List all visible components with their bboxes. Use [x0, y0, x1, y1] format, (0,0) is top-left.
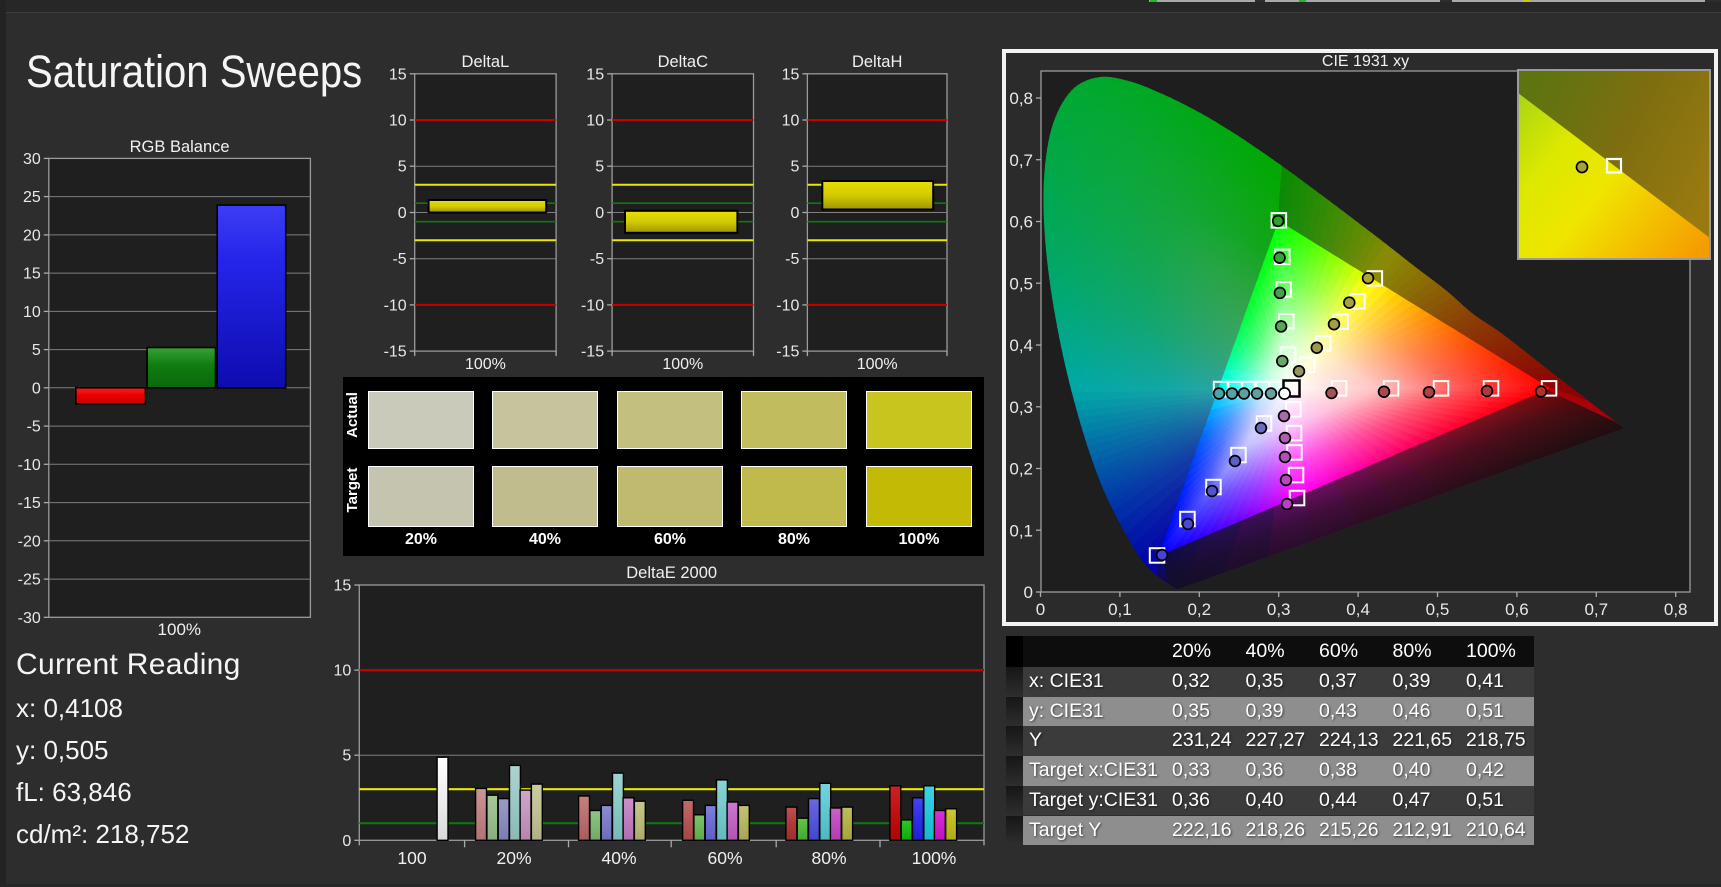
svg-text:100%: 100%: [465, 356, 506, 373]
svg-text:-10: -10: [18, 457, 41, 474]
svg-text:0,6: 0,6: [1009, 213, 1033, 232]
svg-text:-15: -15: [776, 344, 799, 361]
svg-text:0,4: 0,4: [1009, 336, 1033, 355]
svg-text:-5: -5: [785, 251, 799, 268]
svg-text:10: 10: [389, 113, 407, 130]
svg-text:0,4: 0,4: [1346, 600, 1370, 619]
svg-text:-30: -30: [18, 610, 41, 627]
svg-text:0,5: 0,5: [1426, 600, 1450, 619]
svg-text:-5: -5: [590, 251, 604, 268]
svg-text:-10: -10: [384, 297, 407, 314]
svg-text:15: 15: [389, 66, 407, 83]
svg-text:DeltaC: DeltaC: [658, 53, 709, 71]
svg-text:DeltaH: DeltaH: [852, 53, 902, 71]
svg-text:0,3: 0,3: [1267, 600, 1291, 619]
svg-text:-20: -20: [18, 533, 41, 550]
svg-text:0,2: 0,2: [1009, 460, 1033, 479]
svg-text:15: 15: [782, 66, 800, 83]
svg-text:5: 5: [595, 159, 604, 176]
svg-text:0,7: 0,7: [1009, 151, 1033, 170]
svg-text:-5: -5: [392, 251, 406, 268]
svg-text:5: 5: [32, 342, 41, 359]
svg-text:0,5: 0,5: [1009, 274, 1033, 293]
svg-text:0: 0: [398, 205, 407, 222]
svg-text:-25: -25: [18, 572, 41, 589]
svg-text:100%: 100%: [158, 620, 201, 639]
svg-text:0: 0: [1036, 600, 1045, 619]
svg-text:10: 10: [334, 663, 352, 680]
svg-text:-5: -5: [27, 419, 41, 436]
svg-text:60%: 60%: [707, 848, 742, 868]
svg-text:0: 0: [342, 833, 351, 850]
svg-text:100%: 100%: [662, 356, 703, 373]
svg-text:5: 5: [342, 748, 351, 765]
svg-text:15: 15: [586, 66, 604, 83]
svg-text:30: 30: [23, 151, 41, 168]
svg-text:0: 0: [595, 205, 604, 222]
svg-text:0: 0: [32, 380, 41, 397]
svg-text:40%: 40%: [601, 848, 636, 868]
svg-text:100%: 100%: [857, 356, 898, 373]
svg-text:0,6: 0,6: [1505, 600, 1529, 619]
svg-text:RGB Balance: RGB Balance: [130, 140, 230, 156]
svg-text:DeltaL: DeltaL: [462, 53, 510, 71]
svg-text:10: 10: [586, 113, 604, 130]
svg-text:0,7: 0,7: [1584, 600, 1608, 619]
svg-text:CIE 1931 xy: CIE 1931 xy: [1322, 53, 1409, 70]
svg-text:0: 0: [1024, 583, 1033, 602]
svg-text:100%: 100%: [912, 848, 957, 868]
svg-text:0,8: 0,8: [1664, 600, 1688, 619]
svg-text:10: 10: [23, 304, 41, 321]
svg-text:5: 5: [790, 159, 799, 176]
svg-text:0,1: 0,1: [1108, 600, 1132, 619]
svg-text:-10: -10: [581, 297, 604, 314]
svg-text:0,2: 0,2: [1187, 600, 1211, 619]
svg-text:15: 15: [23, 266, 41, 283]
svg-text:0: 0: [790, 205, 799, 222]
svg-text:DeltaE 2000: DeltaE 2000: [626, 564, 717, 582]
svg-text:15: 15: [334, 578, 352, 595]
svg-text:20: 20: [23, 227, 41, 244]
svg-text:100: 100: [397, 848, 426, 868]
svg-text:-15: -15: [581, 344, 604, 361]
svg-text:0,8: 0,8: [1009, 89, 1033, 108]
svg-text:-15: -15: [18, 495, 41, 512]
svg-text:-15: -15: [384, 344, 407, 361]
svg-text:10: 10: [782, 113, 800, 130]
svg-text:0,1: 0,1: [1009, 521, 1033, 540]
svg-text:-10: -10: [776, 297, 799, 314]
svg-text:20%: 20%: [496, 848, 531, 868]
svg-text:25: 25: [23, 189, 41, 206]
svg-text:80%: 80%: [811, 848, 846, 868]
svg-text:5: 5: [398, 159, 407, 176]
svg-text:0,3: 0,3: [1009, 398, 1033, 417]
